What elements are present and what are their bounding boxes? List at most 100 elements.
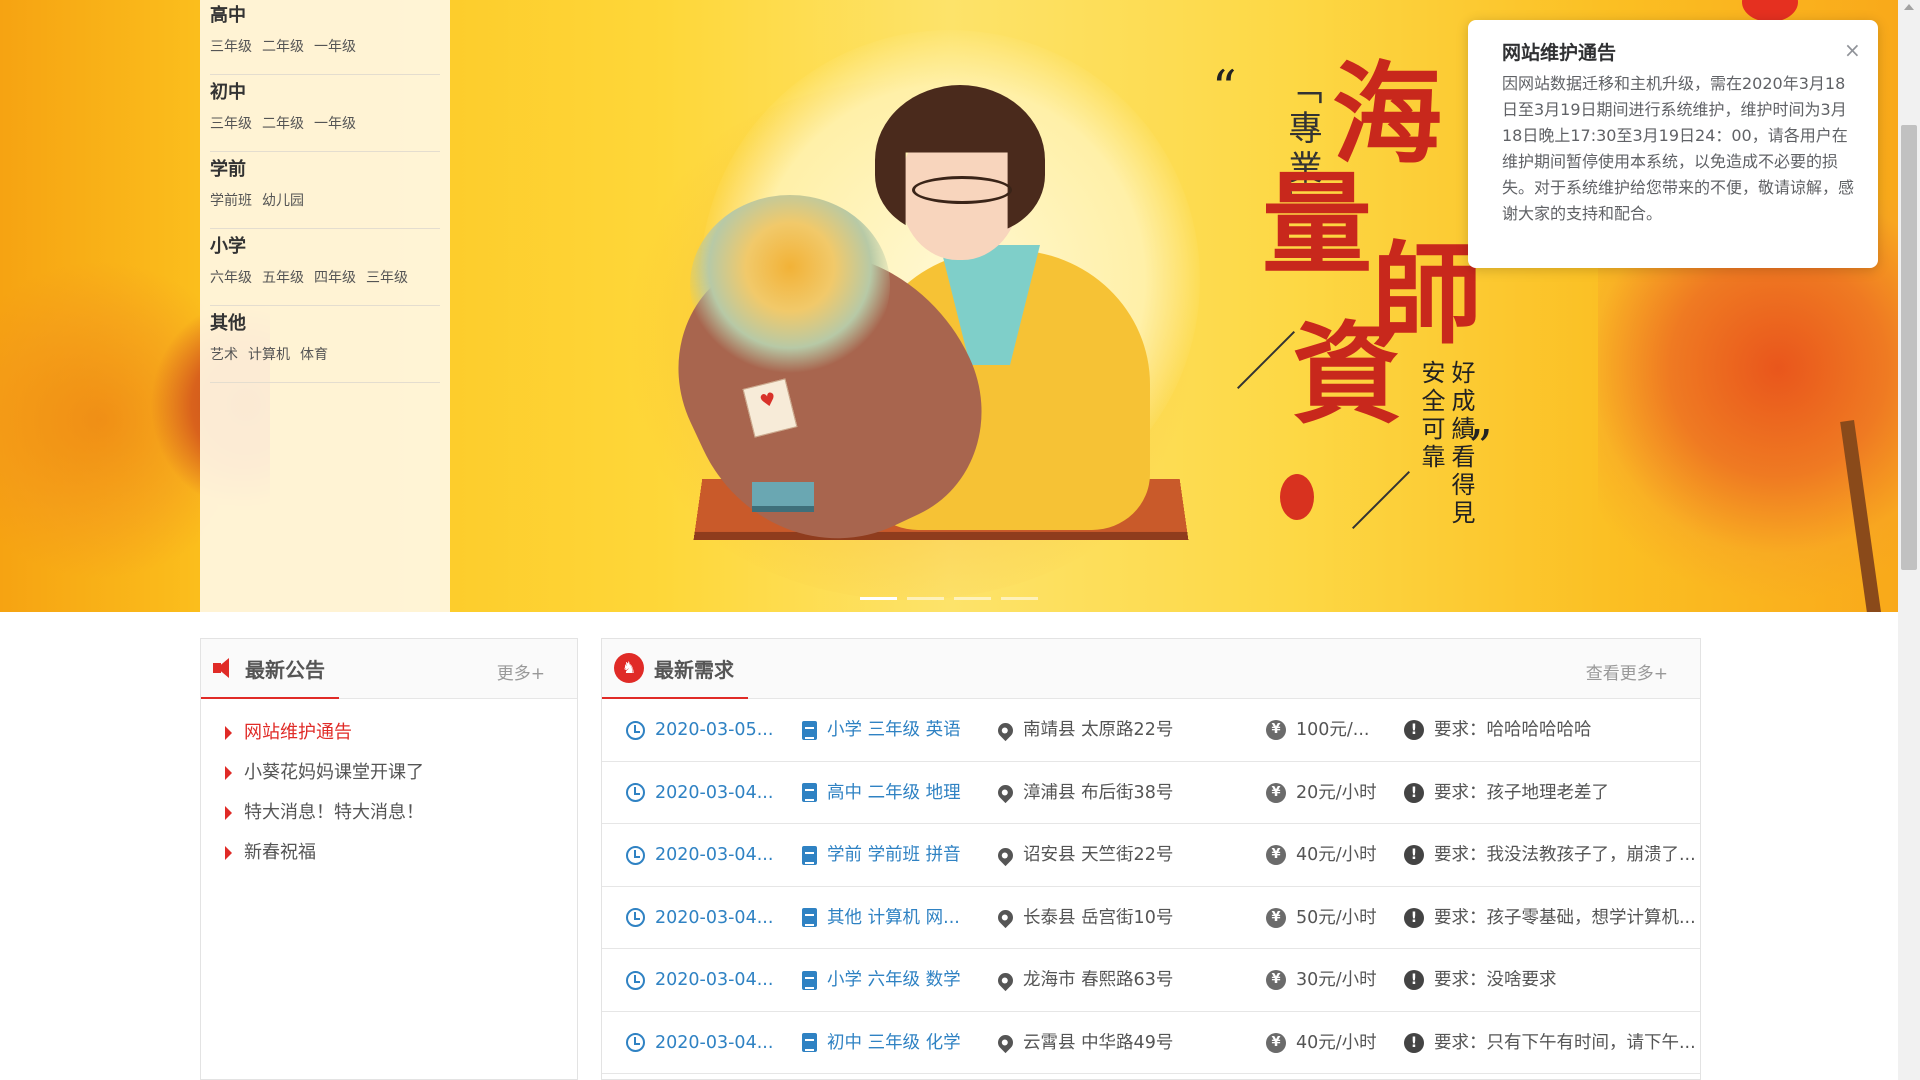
caret-right-icon [225, 846, 232, 860]
page-scrollbar[interactable] [1898, 0, 1920, 1080]
yen-icon: ¥ [1266, 720, 1286, 740]
clock-icon [626, 720, 645, 740]
category-group-high: 高中 三年级 二年级 一年级 [210, 0, 440, 75]
slogan-char: 量 [1262, 160, 1372, 289]
category-item[interactable]: 幼儿园 [262, 190, 304, 210]
heart-icon: ♥ [757, 388, 779, 413]
maintenance-notification: 网站维护通告 因网站数据迁移和主机升级，需在2020年3月18日至3月19日期间… [1468, 20, 1878, 268]
demand-more-link[interactable]: 查看更多+ [1586, 659, 1668, 684]
demand-address: 漳浦县 布后街38号 [1023, 782, 1174, 803]
demand-date: 2020-03-04... [655, 970, 774, 990]
category-item[interactable]: 四年级 [314, 267, 356, 287]
location-pin-icon [998, 719, 1017, 741]
clock-icon [626, 783, 645, 802]
demand-date: 2020-03-04... [655, 845, 774, 865]
notice-item-label: 新春祝福 [244, 842, 316, 863]
yen-icon: ¥ [1266, 907, 1286, 928]
notice-more-link[interactable]: 更多+ [497, 659, 545, 684]
document-icon [802, 783, 817, 802]
demand-subject[interactable]: 其他 计算机 网... [827, 887, 960, 949]
category-item[interactable]: 三年级 [210, 113, 252, 133]
demand-row[interactable]: 2020-03-04... 其他 计算机 网... 长泰县 岳宫街10号 ¥50… [602, 887, 1700, 949]
carousel-dot[interactable] [954, 597, 991, 600]
notice-item[interactable]: 特大消息！特大消息！ [225, 793, 577, 833]
slogan-char: 資 [1292, 310, 1402, 439]
location-pin-icon [998, 1031, 1017, 1054]
category-item[interactable]: 六年级 [210, 267, 252, 287]
demand-price: 20元/小时 [1296, 782, 1377, 803]
category-item[interactable]: 二年级 [262, 36, 304, 56]
demand-subject[interactable]: 高中 二年级 地理 [827, 762, 961, 824]
demand-row[interactable]: 2020-03-04... 初中 三年级 化学 云霄县 中华路49号 ¥40元/… [602, 1012, 1700, 1074]
category-group-primary: 小学 六年级 五年级 四年级 三年级 [210, 231, 440, 306]
category-item[interactable]: 学前班 [210, 190, 252, 210]
latest-notice-panel: 最新公告 更多+ 网站维护通告 小葵花妈妈课堂开课了 特大消息！特大消息！ 新春… [200, 638, 578, 1080]
category-item[interactable]: 三年级 [210, 36, 252, 56]
carousel-dot[interactable] [1001, 597, 1038, 600]
flowers-illustration [690, 195, 890, 375]
notice-item[interactable]: 新春祝福 [225, 833, 577, 873]
category-title[interactable]: 小学 [210, 233, 440, 261]
scrollbar-thumb[interactable] [1901, 125, 1917, 570]
demand-row[interactable]: 2020-03-04... 学前 学前班 拼音 诏安县 天竺街22号 ¥40元/… [602, 824, 1700, 887]
demand-price: 30元/小时 [1296, 970, 1377, 990]
alert-icon: ! [1404, 1032, 1424, 1053]
demand-header: ♞ 最新需求 查看更多+ [602, 639, 1700, 699]
slogan-char: 海 [1332, 50, 1442, 179]
demand-row[interactable]: 2020-03-04... 高中 二年级 地理 漳浦县 布后街38号 ¥20元/… [602, 762, 1700, 824]
category-item[interactable]: 五年级 [262, 267, 304, 287]
document-icon [802, 1033, 817, 1052]
scroll-up-arrow-icon[interactable] [1904, 4, 1914, 10]
demand-subject[interactable]: 初中 三年级 化学 [827, 1012, 961, 1074]
alert-icon: ! [1404, 782, 1424, 803]
demand-subject[interactable]: 小学 六年级 数学 [827, 949, 961, 1011]
category-group-preschool: 学前 学前班 幼儿园 [210, 154, 440, 229]
category-item[interactable]: 二年级 [262, 113, 304, 133]
notice-item-label: 小葵花妈妈课堂开课了 [244, 762, 424, 783]
demand-requirement: 要求：只有下午有时间，请下午... [1434, 1032, 1696, 1053]
category-title[interactable]: 初中 [210, 79, 440, 107]
category-item[interactable]: 一年级 [314, 113, 356, 133]
demand-row[interactable]: 2020-03-05... 小学 三年级 英语 南靖县 太原路22号 ¥100元… [602, 699, 1700, 762]
notice-item[interactable]: 小葵花妈妈课堂开课了 [225, 753, 577, 793]
document-icon [802, 845, 817, 865]
alert-icon: ! [1404, 907, 1424, 928]
yen-icon: ¥ [1266, 970, 1286, 990]
demand-address: 诏安县 天竺街22号 [1023, 845, 1174, 865]
slogan-b: 安全可靠 [1417, 360, 1445, 472]
demand-date: 2020-03-05... [655, 720, 774, 740]
category-item[interactable]: 一年级 [314, 36, 356, 56]
demand-address: 云霄县 中华路49号 [1023, 1032, 1174, 1053]
demand-row[interactable]: 2020-03-04... 小学 六年级 数学 龙海市 春熙路63号 ¥30元/… [602, 949, 1700, 1012]
close-icon[interactable]: × [1844, 40, 1861, 60]
books-illustration [752, 482, 814, 512]
demand-date: 2020-03-04... [655, 1032, 774, 1053]
demand-icon: ♞ [614, 653, 644, 683]
notice-item[interactable]: 网站维护通告 [225, 713, 577, 753]
alert-icon: ! [1404, 845, 1424, 865]
category-panel: 高中 三年级 二年级 一年级 初中 三年级 二年级 一年级 学前 学前班 幼儿园… [200, 0, 450, 612]
yen-icon: ¥ [1266, 845, 1286, 865]
yen-icon: ¥ [1266, 1032, 1286, 1053]
notice-header: 最新公告 更多+ [201, 639, 577, 699]
category-title[interactable]: 高中 [210, 2, 440, 30]
demand-subject[interactable]: 学前 学前班 拼音 [827, 824, 961, 886]
caret-right-icon [225, 726, 232, 740]
category-title[interactable]: 其他 [210, 310, 440, 338]
latest-demand-panel: ♞ 最新需求 查看更多+ 2020-03-05... 小学 三年级 英语 南靖县… [601, 638, 1701, 1080]
category-item[interactable]: 三年级 [366, 267, 408, 287]
demand-price: 40元/小时 [1296, 1032, 1377, 1053]
notification-title: 网站维护通告 [1502, 42, 1617, 64]
carousel-dot[interactable] [907, 597, 944, 600]
document-icon [802, 908, 817, 927]
category-item[interactable]: 艺术 [210, 344, 238, 364]
clock-icon [626, 845, 645, 865]
category-title[interactable]: 学前 [210, 156, 440, 184]
category-item[interactable]: 体育 [300, 344, 328, 364]
clock-icon [626, 1033, 645, 1052]
demand-subject[interactable]: 小学 三年级 英语 [827, 699, 961, 761]
notice-tab: 最新公告 [201, 639, 339, 699]
yen-icon: ¥ [1266, 782, 1286, 803]
carousel-dot[interactable] [860, 597, 897, 600]
category-item[interactable]: 计算机 [248, 344, 290, 364]
